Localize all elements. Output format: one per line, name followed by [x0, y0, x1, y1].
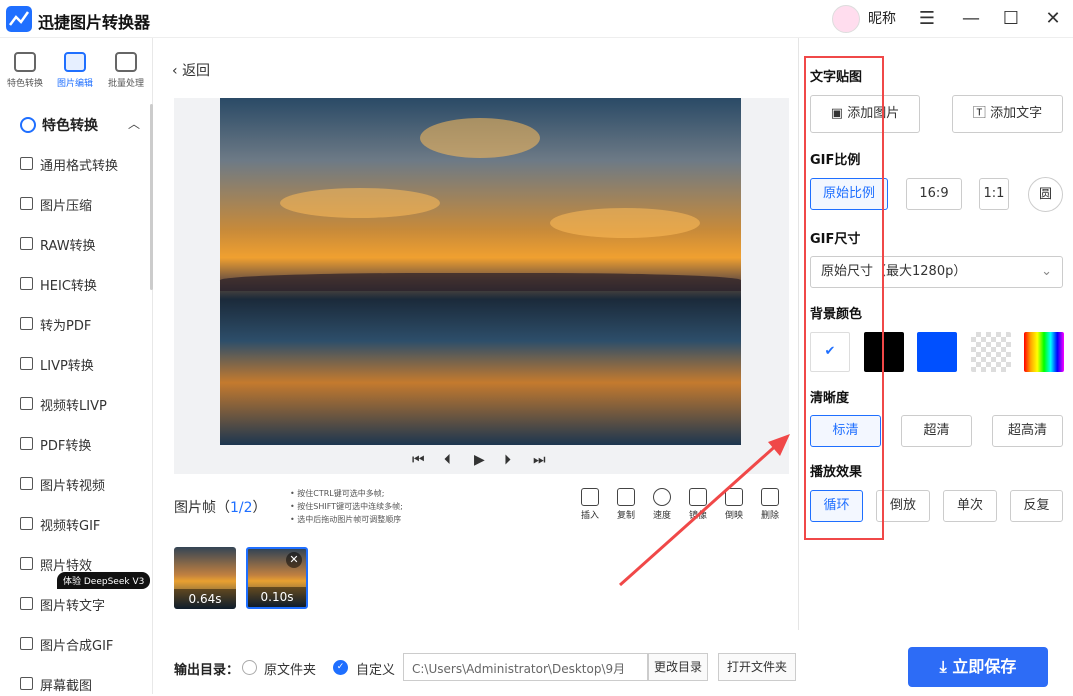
- frames-title: 图片帧（1/2）: [174, 500, 267, 516]
- item-icon: [20, 357, 33, 370]
- frames-count: 1/2: [230, 500, 253, 516]
- app-title: 迅捷图片转换器: [38, 13, 151, 32]
- item-icon: [20, 677, 33, 690]
- sidebar-item[interactable]: 图片合成GIF: [18, 634, 143, 656]
- add-text-button[interactable]: 🅃 添加文字: [952, 95, 1063, 133]
- bg-transparent-swatch[interactable]: [971, 332, 1011, 372]
- preview-image: [220, 98, 741, 445]
- save-button[interactable]: ⤓ 立即保存: [908, 647, 1048, 687]
- insert-icon: [581, 488, 599, 506]
- title-bar: [0, 0, 1073, 38]
- first-frame-button[interactable]: ⏮: [412, 452, 425, 468]
- sidebar-item[interactable]: 屏幕截图: [18, 674, 143, 696]
- edit-icon: [64, 52, 86, 72]
- sidebar-item[interactable]: 视频转LIVP: [18, 394, 143, 416]
- tab-feature-convert[interactable]: 特色转换: [0, 52, 50, 89]
- prev-frame-button[interactable]: ⏴: [444, 452, 451, 468]
- item-icon: [20, 197, 33, 210]
- custom-label[interactable]: 自定义: [356, 659, 395, 678]
- output-label: 输出目录：: [174, 663, 240, 678]
- tip-text: • 选中后拖动图片帧可调整顺序: [290, 515, 402, 524]
- bg-custom-color-swatch[interactable]: [1024, 332, 1064, 372]
- sidebar-scrollbar[interactable]: [150, 104, 153, 290]
- original-folder-label[interactable]: 原文件夹: [264, 659, 316, 678]
- item-icon: [20, 637, 33, 650]
- clarity-hd[interactable]: 超清: [901, 415, 972, 447]
- sidebar-item[interactable]: 转为PDF: [18, 314, 143, 336]
- nickname[interactable]: 昵称: [868, 8, 896, 28]
- item-icon: [20, 157, 33, 170]
- open-folder-button[interactable]: 打开文件夹: [718, 653, 796, 681]
- text-icon: 🅃: [972, 106, 991, 121]
- item-icon: [20, 397, 33, 410]
- play-reverse[interactable]: 倒放: [876, 490, 930, 522]
- close-icon[interactable]: ✕: [286, 552, 302, 568]
- radio-original-folder[interactable]: [242, 660, 257, 675]
- last-frame-button[interactable]: ⏭: [533, 452, 546, 468]
- section-header[interactable]: 特色转换 ︿: [14, 112, 142, 138]
- tab-batch[interactable]: 批量处理: [101, 52, 151, 89]
- sidebar-item[interactable]: 通用格式转换: [18, 154, 143, 176]
- close-button[interactable]: ✕: [1040, 6, 1066, 32]
- item-icon: [20, 597, 33, 610]
- play-repeat[interactable]: 反复: [1010, 490, 1063, 522]
- sidebar-item[interactable]: 图片压缩: [18, 194, 143, 216]
- deepseek-badge[interactable]: 体验 DeepSeek V3: [57, 572, 151, 589]
- play-button[interactable]: ▶: [474, 452, 485, 468]
- output-path-field[interactable]: C:\Users\Administrator\Desktop\9月: [403, 653, 648, 681]
- avatar[interactable]: [832, 5, 860, 33]
- sidebar-item[interactable]: LIVP转换: [18, 354, 143, 376]
- item-icon: [20, 557, 33, 570]
- sidebar-item[interactable]: HEIC转换: [18, 274, 143, 296]
- item-icon: [20, 517, 33, 530]
- back-button[interactable]: ‹ 返回: [172, 60, 210, 80]
- bg-blue-swatch[interactable]: [917, 332, 957, 372]
- app-logo-icon: [6, 6, 32, 32]
- menu-icon[interactable]: ☰: [914, 6, 940, 32]
- item-icon: [20, 317, 33, 330]
- clarity-uhd[interactable]: 超高清: [992, 415, 1063, 447]
- tab-image-edit[interactable]: 图片编辑: [50, 52, 100, 89]
- play-once[interactable]: 单次: [943, 490, 997, 522]
- sidebar-item[interactable]: PDF转换: [18, 434, 143, 456]
- item-icon: [20, 237, 33, 250]
- chevron-up-icon: ︿: [127, 117, 140, 131]
- item-icon: [20, 477, 33, 490]
- ratio-1-1[interactable]: 1:1: [979, 178, 1009, 210]
- sidebar-item[interactable]: 图片转文字: [18, 594, 143, 616]
- sidebar-item[interactable]: 图片转视频: [18, 474, 143, 496]
- item-icon: [20, 437, 33, 450]
- annotation-box: [804, 56, 884, 540]
- sidebar-item[interactable]: RAW转换: [18, 234, 143, 256]
- convert-icon: [14, 52, 36, 72]
- chevron-down-icon: ⌄: [1041, 264, 1052, 279]
- convert-icon: [20, 117, 36, 133]
- change-dir-button[interactable]: 更改目录: [648, 653, 708, 681]
- batch-icon: [115, 52, 137, 72]
- tip-text: • 按住SHIFT键可选中连续多帧;: [290, 502, 403, 511]
- radio-custom[interactable]: ✓: [333, 660, 348, 675]
- item-icon: [20, 277, 33, 290]
- next-frame-button[interactable]: ⏵: [504, 452, 511, 468]
- download-icon: ⤓: [939, 657, 953, 676]
- frame-thumbnail[interactable]: 0.64s: [174, 547, 236, 609]
- ratio-circle[interactable]: 圆: [1028, 177, 1063, 212]
- maximize-button[interactable]: ☐: [998, 6, 1024, 32]
- annotation-arrow: [619, 434, 790, 587]
- chevron-left-icon: ‹: [172, 63, 183, 79]
- sidebar-item[interactable]: 视频转GIF: [18, 514, 143, 536]
- minimize-button[interactable]: —: [958, 6, 984, 32]
- tip-text: • 按住CTRL键可选中多帧;: [290, 489, 385, 498]
- ratio-16-9[interactable]: 16:9: [906, 178, 962, 210]
